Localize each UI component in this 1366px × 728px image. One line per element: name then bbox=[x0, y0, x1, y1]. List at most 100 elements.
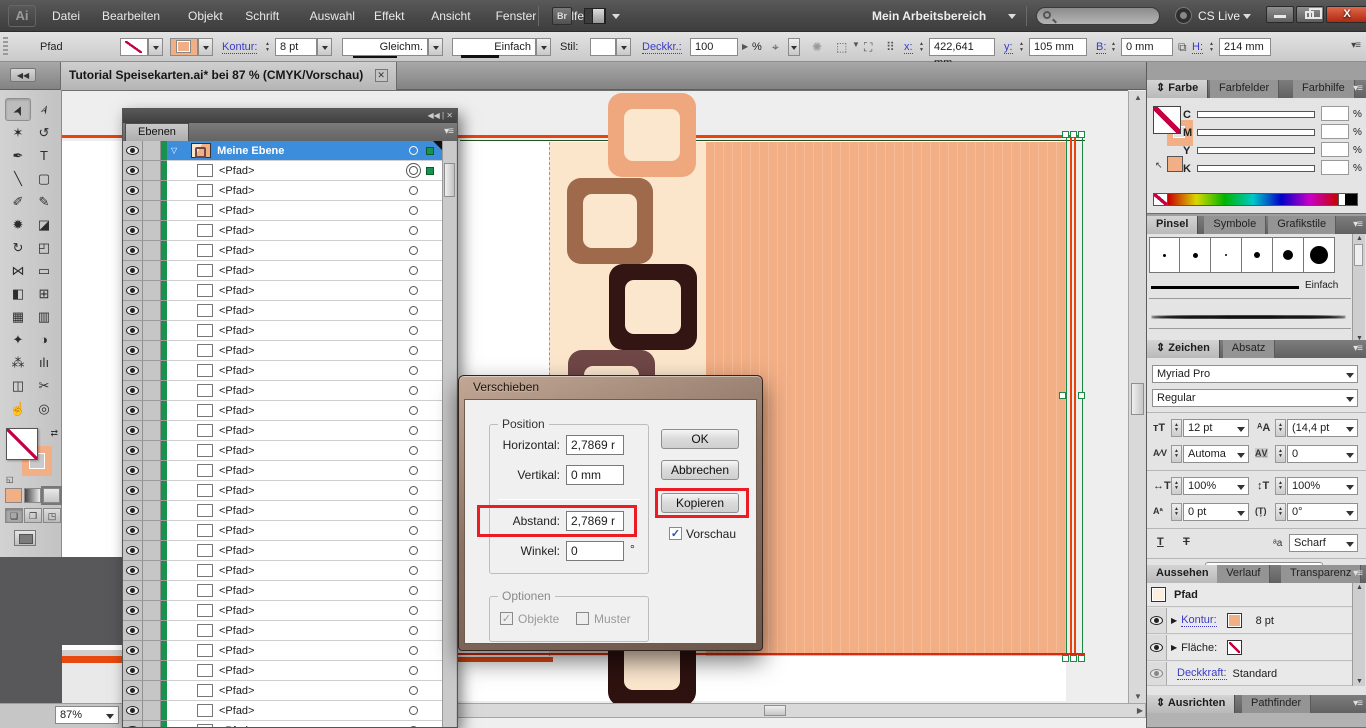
target-circle[interactable] bbox=[409, 366, 418, 375]
lock-cell[interactable] bbox=[143, 181, 161, 201]
layer-row[interactable]: <Pfad> bbox=[123, 381, 442, 401]
lock-cell[interactable] bbox=[143, 601, 161, 621]
layer-row[interactable]: <Pfad> bbox=[123, 201, 442, 221]
mesh-tool[interactable]: ▦ bbox=[5, 305, 31, 328]
h-scale-dropdown[interactable]: 100% bbox=[1183, 477, 1249, 495]
chain-square-shape[interactable] bbox=[608, 93, 696, 177]
target-circle[interactable] bbox=[409, 386, 418, 395]
visibility-cell[interactable] bbox=[123, 161, 143, 181]
document-tab[interactable]: Tutorial Speisekarten.ai* bei 87 % (CMYK… bbox=[60, 62, 397, 90]
width-tool[interactable]: ⋈ bbox=[5, 259, 31, 282]
lock-cell[interactable] bbox=[143, 621, 161, 641]
width-profile-dropdown[interactable] bbox=[428, 38, 443, 56]
visibility-cell[interactable] bbox=[123, 301, 143, 321]
panel-menu-icon[interactable]: ▾≡ bbox=[1353, 219, 1362, 230]
layer-row[interactable]: <Pfad> bbox=[123, 421, 442, 441]
scroll-right-icon[interactable]: ▶ bbox=[1137, 706, 1143, 715]
height-link[interactable]: H: bbox=[1192, 41, 1203, 54]
target-circle[interactable] bbox=[409, 566, 418, 575]
path-name-area[interactable]: <Pfad> bbox=[167, 421, 442, 441]
style-field[interactable] bbox=[590, 38, 616, 56]
lock-cell[interactable] bbox=[143, 261, 161, 281]
brush-item[interactable] bbox=[1304, 237, 1335, 273]
visibility-cell[interactable] bbox=[123, 381, 143, 401]
select-similar-dropdown[interactable] bbox=[788, 38, 800, 56]
lock-cell[interactable] bbox=[143, 301, 161, 321]
stroke-row[interactable]: ▶ Kontur: 8 pt bbox=[1147, 608, 1352, 634]
appearance-item-row[interactable]: Pfad bbox=[1147, 583, 1352, 607]
selection-handle[interactable] bbox=[1070, 655, 1077, 662]
lock-cell[interactable] bbox=[143, 421, 161, 441]
visibility-cell[interactable] bbox=[1147, 662, 1167, 685]
graph-tool[interactable]: ılı bbox=[31, 351, 57, 374]
lock-cell[interactable] bbox=[143, 321, 161, 341]
slider-track[interactable] bbox=[1197, 165, 1315, 172]
draw-behind-button[interactable]: ❐ bbox=[24, 508, 42, 523]
lock-cell[interactable] bbox=[143, 561, 161, 581]
visibility-cell[interactable] bbox=[123, 241, 143, 261]
charcoal-brush-sample[interactable] bbox=[1151, 316, 1346, 318]
lock-cell[interactable] bbox=[143, 441, 161, 461]
muster-checkbox[interactable] bbox=[576, 612, 589, 625]
stroke-color-dropdown[interactable] bbox=[198, 38, 213, 56]
brush-item[interactable] bbox=[1180, 237, 1211, 273]
vertical-scroll-thumb[interactable] bbox=[1131, 383, 1144, 415]
visibility-cell[interactable] bbox=[1147, 608, 1167, 633]
lock-cell[interactable] bbox=[143, 241, 161, 261]
leading-stepper[interactable]: ▲▼ bbox=[1275, 419, 1286, 437]
black-swatch[interactable] bbox=[1345, 194, 1357, 205]
hand-tool[interactable]: ☝ bbox=[5, 397, 31, 420]
disclosure-icon[interactable]: ▶ bbox=[1171, 643, 1177, 652]
layer-row[interactable]: <Pfad> bbox=[123, 161, 442, 181]
pen-tool[interactable]: ✒ bbox=[5, 144, 31, 167]
layer-row[interactable]: <Pfad> bbox=[123, 521, 442, 541]
baseline-dropdown[interactable]: 0 pt bbox=[1183, 503, 1249, 521]
target-circle[interactable] bbox=[409, 466, 418, 475]
tab-symbole[interactable]: Symbole bbox=[1204, 216, 1266, 234]
font-style-dropdown[interactable]: Regular bbox=[1152, 389, 1358, 407]
target-circle[interactable] bbox=[409, 246, 418, 255]
layer-row[interactable]: <Pfad> bbox=[123, 241, 442, 261]
scroll-down-icon[interactable]: ▼ bbox=[1134, 692, 1142, 701]
visibility-cell[interactable] bbox=[123, 501, 143, 521]
path-name-area[interactable]: <Pfad> bbox=[167, 681, 442, 701]
layer-row[interactable]: <Pfad> bbox=[123, 601, 442, 621]
stroke-weight-stepper[interactable]: ▲▼ bbox=[262, 38, 273, 56]
draw-normal-button[interactable]: ❏ bbox=[5, 508, 23, 523]
tab-absatz[interactable]: Absatz bbox=[1223, 340, 1276, 358]
lock-cell[interactable] bbox=[143, 501, 161, 521]
visibility-cell[interactable] bbox=[123, 401, 143, 421]
style-dropdown[interactable] bbox=[616, 38, 631, 56]
vertikal-field[interactable]: 0 mm bbox=[566, 465, 624, 485]
layers-scroll-thumb[interactable] bbox=[444, 163, 455, 197]
paintbrush-tool[interactable]: ✐ bbox=[5, 190, 31, 213]
chain-square-shape[interactable] bbox=[609, 264, 697, 350]
visibility-cell[interactable] bbox=[123, 541, 143, 561]
spectrum-gradient[interactable] bbox=[1168, 194, 1338, 205]
font-family-dropdown[interactable]: Myriad Pro bbox=[1152, 365, 1358, 383]
visibility-cell[interactable] bbox=[123, 701, 143, 721]
target-circle[interactable] bbox=[409, 586, 418, 595]
tab-ausrichten[interactable]: ⇕ Ausrichten bbox=[1147, 695, 1235, 713]
vertical-scrollbar[interactable]: ▲ ▼ bbox=[1128, 91, 1146, 703]
slider-track[interactable] bbox=[1197, 147, 1315, 154]
path-name-area[interactable]: <Pfad> bbox=[167, 521, 442, 541]
tracking-dropdown[interactable]: 0 bbox=[1287, 445, 1358, 463]
layer-row[interactable]: <Pfad> bbox=[123, 661, 442, 681]
v-scale-stepper[interactable]: ▲▼ bbox=[1275, 477, 1286, 495]
brush-item[interactable] bbox=[1149, 237, 1180, 273]
panel-menu-icon[interactable]: ▾≡ bbox=[1353, 83, 1362, 94]
layers-scrollbar[interactable] bbox=[442, 141, 456, 727]
layer-row[interactable]: <Pfad> bbox=[123, 281, 442, 301]
layer-row[interactable]: <Pfad> bbox=[123, 261, 442, 281]
path-name-area[interactable]: <Pfad> bbox=[167, 401, 442, 421]
visibility-cell[interactable] bbox=[123, 221, 143, 241]
lock-cell[interactable] bbox=[143, 461, 161, 481]
cancel-button[interactable]: Abbrechen bbox=[661, 460, 739, 480]
layer-name-area[interactable]: ▽Meine Ebene bbox=[167, 141, 442, 161]
rotation-dropdown[interactable]: 0° bbox=[1287, 503, 1358, 521]
height-field[interactable]: 214 mm bbox=[1219, 38, 1271, 56]
slider-track[interactable] bbox=[1197, 129, 1315, 136]
visibility-cell[interactable] bbox=[123, 361, 143, 381]
selection-tool[interactable]: ➤ bbox=[5, 98, 31, 121]
